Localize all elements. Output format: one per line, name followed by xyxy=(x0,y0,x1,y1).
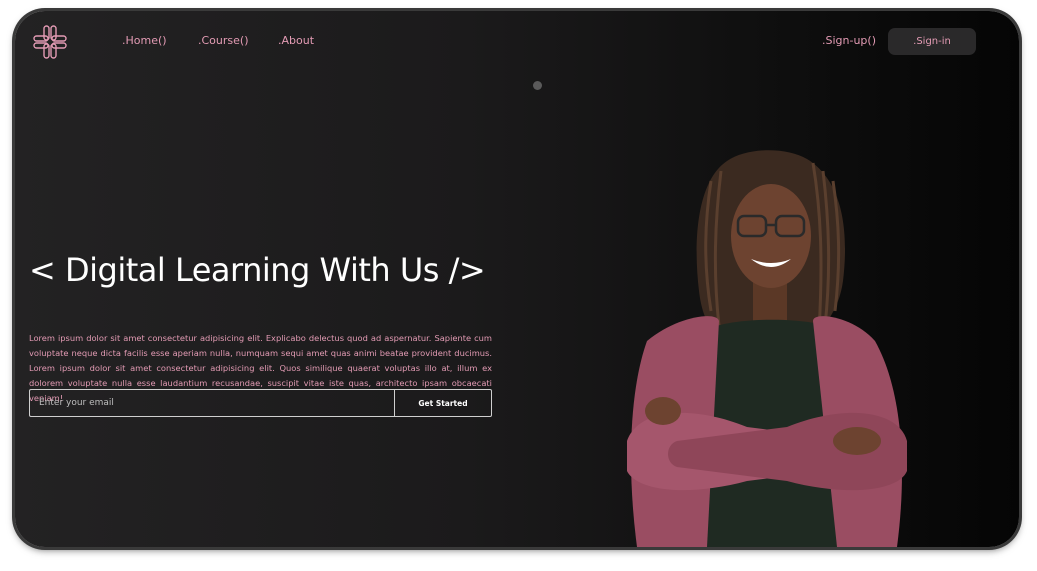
hero-portrait-image xyxy=(627,150,907,547)
hero-headline: < Digital Learning With Us /> xyxy=(29,251,486,289)
email-signup-form: Get Started xyxy=(29,389,492,417)
get-started-button[interactable]: Get Started xyxy=(394,389,492,417)
signup-link[interactable]: .Sign-up() xyxy=(822,34,876,47)
signin-button[interactable]: .Sign-in xyxy=(888,28,976,55)
carousel-dot[interactable] xyxy=(533,81,542,90)
nav-course[interactable]: .Course() xyxy=(198,34,248,47)
nav-about[interactable]: .About xyxy=(278,34,314,47)
email-field[interactable] xyxy=(29,389,394,417)
grid-knot-logo-icon[interactable] xyxy=(32,24,68,60)
nav-home[interactable]: .Home() xyxy=(122,34,167,47)
app-window: .Home() .Course() .About .Sign-up() .Sig… xyxy=(15,11,1019,547)
